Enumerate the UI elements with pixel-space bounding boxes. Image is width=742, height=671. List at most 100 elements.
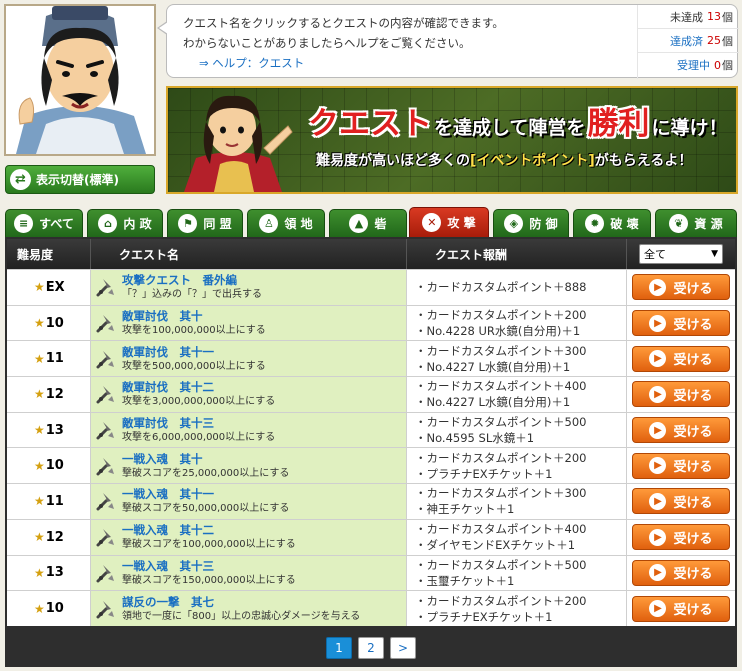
quest-text: 敵軍討伐 其十三 攻撃を6,000,000,000以上にする <box>122 416 275 444</box>
fort-icon: ▲ <box>349 214 369 233</box>
accept-cell: ▶ 受ける <box>627 484 735 519</box>
difficulty-value: 10 <box>45 315 64 331</box>
person-icon: ♙ <box>259 214 279 233</box>
difficulty-cell: ★ 10 <box>7 448 91 484</box>
difficulty-cell: ★ 13 <box>7 555 91 591</box>
quest-reward-cell: ・カードカスタムポイント＋888 <box>407 270 627 305</box>
advisor-avatar <box>4 4 156 156</box>
star-icon: ★ <box>34 530 45 545</box>
reward-item: ・玉璽チケット＋1 <box>415 573 515 588</box>
attack-quest-icon <box>96 279 114 297</box>
attack-quest-icon <box>96 564 114 583</box>
quest-name-cell: 一戦入魂 其十三 撃破スコアを150,000,000以上にする <box>91 555 407 591</box>
accept-quest-button[interactable]: ▶ 受ける <box>632 452 730 479</box>
accept-quest-button[interactable]: ▶ 受ける <box>632 310 730 337</box>
tab-label: 内 政 <box>123 217 152 231</box>
quest-name-link[interactable]: 一戦入魂 其十二 <box>122 523 296 538</box>
quest-name-link[interactable]: 敵軍討伐 其十三 <box>122 416 275 431</box>
tab-6[interactable]: ◈ 防 御 <box>493 209 569 237</box>
quest-rows: ★ EX 攻撃クエスト 番外編 「？」込みの「？」で出兵する ・カードカスタムポイント＋… <box>7 269 735 626</box>
star-icon: ★ <box>34 387 45 402</box>
tab-8[interactable]: ❦ 資 源 <box>655 209 737 237</box>
quest-name-link[interactable]: 謀反の一撃 其七 <box>122 595 360 610</box>
accept-quest-button[interactable]: ▶ 受ける <box>632 559 730 586</box>
quest-name-cell: 一戦入魂 其十一 撃破スコアを50,000,000以上にする <box>91 484 407 519</box>
quest-name-link[interactable]: 一戦入魂 其十一 <box>122 487 289 502</box>
quest-description: 「？」込みの「？」で出兵する <box>122 289 262 301</box>
accept-label: 受ける <box>673 603 713 619</box>
accept-quest-button[interactable]: ▶ 受ける <box>632 595 730 622</box>
advisor-portrait <box>6 6 154 154</box>
play-arrow-icon: ▶ <box>649 314 667 332</box>
accept-quest-button[interactable]: ▶ 受ける <box>632 274 730 301</box>
info-bubble: クエスト名をクリックするとクエストの内容が確認できます。 わからないことがありま… <box>157 4 739 79</box>
accept-quest-button[interactable]: ▶ 受ける <box>632 488 730 515</box>
next-page-button[interactable]: > <box>390 637 416 659</box>
quest-name-link[interactable]: 一戦入魂 其十 <box>122 452 289 467</box>
quest-name-link[interactable]: 敵軍討伐 其十一 <box>122 345 266 360</box>
reward-item: ・カードカスタムポイント＋888 <box>415 280 587 295</box>
quest-reward-cell: ・カードカスタムポイント＋400 ・No.4227 L水鏡(自分用)＋1 <box>407 377 627 412</box>
info-message-line1: クエスト名をクリックするとクエストの内容が確認できます。 <box>183 16 504 30</box>
accept-label: 受ける <box>673 531 713 547</box>
tab-1[interactable]: ⌂ 内 政 <box>87 209 163 237</box>
star-icon: ★ <box>34 351 45 366</box>
accept-label: 受ける <box>673 353 713 369</box>
difficulty-cell: ★ 12 <box>7 377 91 412</box>
quest-name-cell: 謀反の一撃 其七 領地で一度に「800」以上の忠誠心ダメージを与える <box>91 591 407 626</box>
difficulty-cell: ★ 10 <box>7 591 91 626</box>
reward-item: ・プラチナEXチケット＋1 <box>415 466 553 481</box>
reward-item: ・カードカスタムポイント＋400 <box>415 522 587 537</box>
accept-cell: ▶ 受ける <box>627 555 735 591</box>
display-toggle-button[interactable]: ⇄ 表示切替(標準) <box>5 165 155 194</box>
quest-text: 敵軍討伐 其十一 攻撃を500,000,000以上にする <box>122 345 266 373</box>
tab-label: 領 地 <box>284 217 313 231</box>
reward-item: ・カードカスタムポイント＋200 <box>415 450 587 465</box>
quest-text: 一戦入魂 其十三 撃破スコアを150,000,000以上にする <box>122 559 296 587</box>
star-icon: ★ <box>34 601 45 616</box>
accept-quest-button[interactable]: ▶ 受ける <box>632 345 730 372</box>
difficulty-cell: ★ 12 <box>7 519 91 555</box>
help-link[interactable]: ヘルプ：クエスト <box>212 56 304 70</box>
banner-title-quest: クエスト <box>308 106 432 142</box>
quest-name-cell: 敵軍討伐 其十一 攻撃を500,000,000以上にする <box>91 341 407 377</box>
tab-7[interactable]: ✹ 破 壊 <box>573 209 651 237</box>
quest-name-cell: 攻撃クエスト 番外編 「？」込みの「？」で出兵する <box>91 270 407 305</box>
table-row: ★ 12 一戦入魂 其十二 撃破スコアを100,000,000以上にする ・カードカスタ… <box>7 518 735 555</box>
quest-name-link[interactable]: 敵軍討伐 其十 <box>122 309 266 324</box>
stat-accepted: 受理中 0 個 <box>638 53 739 77</box>
quest-name-cell: 敵軍討伐 其十二 攻撃を3,000,000,000以上にする <box>91 377 407 412</box>
accept-quest-button[interactable]: ▶ 受ける <box>632 381 730 408</box>
help-link-row[interactable]: ⇒ ヘルプ：クエスト <box>199 55 304 71</box>
quest-name-link[interactable]: 一戦入魂 其十三 <box>122 559 296 574</box>
quest-name-link[interactable]: 敵軍討伐 其十二 <box>122 380 275 395</box>
quest-text: 一戦入魂 其十一 撃破スコアを50,000,000以上にする <box>122 487 289 515</box>
banner-title: クエスト を達成して陣営を 勝利 に導け！ <box>308 98 729 142</box>
reward-item: ・No.4227 L水鏡(自分用)＋1 <box>415 395 571 410</box>
quest-text: 一戦入魂 其十二 撃破スコアを100,000,000以上にする <box>122 523 296 551</box>
header-quest-name: クエスト名 <box>91 239 407 269</box>
play-arrow-icon: ▶ <box>649 564 667 582</box>
difficulty-value: 10 <box>45 458 64 474</box>
accept-quest-button[interactable]: ▶ 受ける <box>632 417 730 444</box>
tab-4[interactable]: ▲ 砦 <box>329 209 407 237</box>
tab-5[interactable]: ✕ 攻 撃 <box>409 207 489 237</box>
tab-3[interactable]: ♙ 領 地 <box>247 209 325 237</box>
accept-quest-button[interactable]: ▶ 受ける <box>632 524 730 551</box>
page-button-2[interactable]: 2 <box>358 637 384 659</box>
accept-cell: ▶ 受ける <box>627 341 735 377</box>
star-icon: ★ <box>34 423 45 438</box>
header-filter-cell: 全て ▼ <box>627 239 735 269</box>
quest-reward-cell: ・カードカスタムポイント＋500 ・No.4595 SL水鏡＋1 <box>407 412 627 448</box>
filter-select[interactable]: 全て ▼ <box>639 244 723 264</box>
play-arrow-icon: ▶ <box>649 600 667 618</box>
page-button-1[interactable]: 1 <box>326 637 352 659</box>
tab-2[interactable]: ⚑ 同 盟 <box>167 209 243 237</box>
table-row: ★ EX 攻撃クエスト 番外編 「？」込みの「？」で出兵する ・カードカスタムポイント＋… <box>7 269 735 305</box>
star-icon: ★ <box>34 494 45 509</box>
tab-0[interactable]: ≡ すべて <box>5 209 83 237</box>
quest-name-link[interactable]: 攻撃クエスト 番外編 <box>122 273 262 288</box>
quest-table-header: 難易度 クエスト名 クエスト報酬 全て ▼ <box>7 239 735 269</box>
table-row: ★ 13 一戦入魂 其十三 撃破スコアを150,000,000以上にする ・カードカスタ… <box>7 554 735 591</box>
header-quest-reward: クエスト報酬 <box>407 239 627 269</box>
